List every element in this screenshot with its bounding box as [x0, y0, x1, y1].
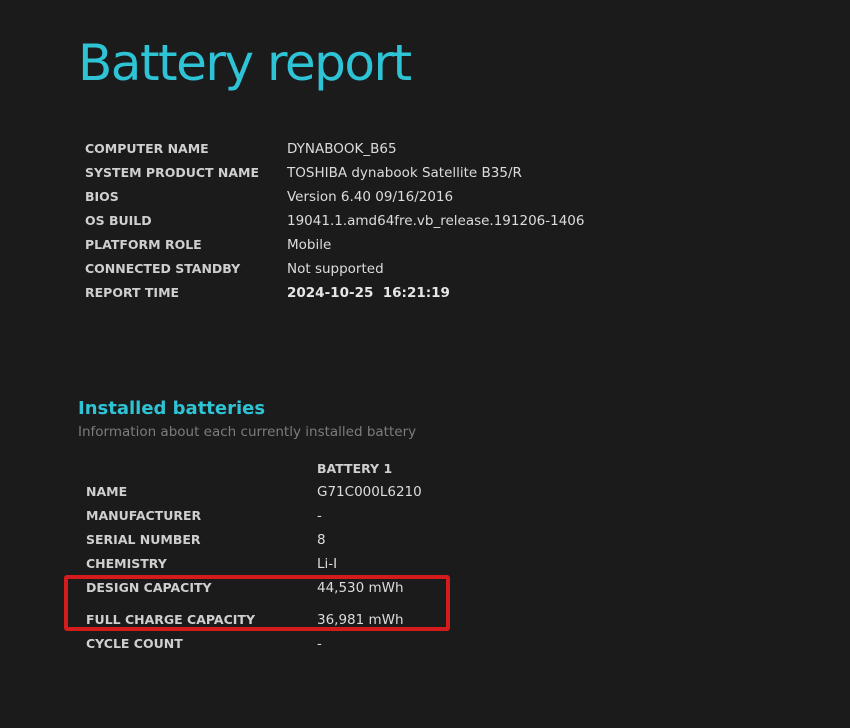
system-product-name-label: SYSTEM PRODUCT NAME — [85, 165, 260, 180]
cycle-count-value: - — [317, 636, 322, 652]
battery-name-label: NAME — [86, 484, 128, 499]
os-build-value: 19041.1.amd64fre.vb_release.191206-1406 — [287, 213, 585, 229]
chemistry-value: Li-I — [317, 556, 338, 572]
table-row: REPORT TIME 2024-10-25 16:21:19 — [85, 281, 584, 305]
system-info-table: COMPUTER NAME DYNABOOK_B65 SYSTEM PRODUC… — [85, 137, 584, 305]
chemistry-label: CHEMISTRY — [86, 556, 167, 571]
bios-label: BIOS — [85, 189, 119, 204]
os-build-label: OS BUILD — [85, 213, 152, 228]
manufacturer-label: MANUFACTURER — [86, 508, 202, 523]
computer-name-label: COMPUTER NAME — [85, 141, 209, 156]
installed-batteries-subtitle: Information about each currently install… — [78, 424, 417, 440]
platform-role-label: PLATFORM ROLE — [85, 237, 202, 252]
serial-number-label: SERIAL NUMBER — [86, 532, 201, 547]
platform-role-value: Mobile — [287, 237, 332, 253]
connected-standby-value: Not supported — [287, 261, 384, 277]
report-time-label: REPORT TIME — [85, 285, 180, 300]
battery-name-value: G71C000L6210 — [317, 484, 422, 500]
system-product-name-value: TOSHIBA dynabook Satellite B35/R — [287, 165, 522, 181]
page-title: Battery report — [78, 34, 412, 92]
table-row: OS BUILD 19041.1.amd64fre.vb_release.191… — [85, 209, 584, 233]
report-time-value: 2024-10-25 16:21:19 — [287, 285, 450, 301]
table-row: SYSTEM PRODUCT NAME TOSHIBA dynabook Sat… — [85, 161, 584, 185]
serial-number-value: 8 — [317, 532, 326, 548]
table-row: CONNECTED STANDBY Not supported — [85, 257, 584, 281]
battery-1-column-header: BATTERY 1 — [317, 461, 393, 476]
connected-standby-label: CONNECTED STANDBY — [85, 261, 241, 276]
table-row: BIOS Version 6.40 09/16/2016 — [85, 185, 584, 209]
installed-batteries-heading: Installed batteries — [78, 398, 266, 419]
table-row: COMPUTER NAME DYNABOOK_B65 — [85, 137, 584, 161]
battery-report-page: Battery report COMPUTER NAME DYNABOOK_B6… — [0, 0, 850, 728]
capacity-highlight-box — [64, 575, 450, 631]
computer-name-value: DYNABOOK_B65 — [287, 141, 397, 157]
bios-value: Version 6.40 09/16/2016 — [287, 189, 454, 205]
table-row: PLATFORM ROLE Mobile — [85, 233, 584, 257]
manufacturer-value: - — [317, 508, 322, 524]
cycle-count-label: CYCLE COUNT — [86, 636, 183, 651]
